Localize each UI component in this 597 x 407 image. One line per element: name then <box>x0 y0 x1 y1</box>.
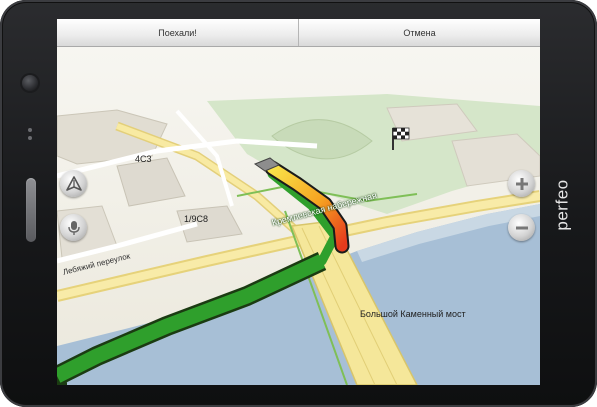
top-action-bar: Поехали! Отмена <box>57 19 540 47</box>
minus-icon <box>515 226 528 229</box>
device-frame: perfeo Поехали! Отмена 4С3 1/9С8 Кремлев… <box>0 0 597 407</box>
cancel-button[interactable]: Отмена <box>298 19 540 46</box>
brand-logo: perfeo <box>553 179 573 231</box>
voice-button[interactable] <box>60 214 87 241</box>
building-label: 4С3 <box>135 154 152 164</box>
north-arrow-icon <box>65 175 82 191</box>
zoom-in-button[interactable] <box>508 170 535 197</box>
map-view[interactable]: 4С3 1/9С8 Кремлевская набережная Лебяжий… <box>57 46 540 385</box>
building-label: 1/9С8 <box>184 214 209 224</box>
zoom-out-button[interactable] <box>508 214 535 241</box>
plus-icon <box>515 177 528 190</box>
bridge-label: Большой Каменный мост <box>360 309 466 319</box>
compass-button[interactable] <box>60 170 87 197</box>
front-camera <box>22 75 38 91</box>
sensor-dot <box>28 128 32 132</box>
side-key[interactable] <box>26 178 36 242</box>
go-button[interactable]: Поехали! <box>57 19 298 46</box>
microphone-icon <box>67 220 80 235</box>
screen: Поехали! Отмена 4С3 1/9С8 Кремлевская на… <box>57 19 540 385</box>
sensor-dot <box>28 136 32 140</box>
